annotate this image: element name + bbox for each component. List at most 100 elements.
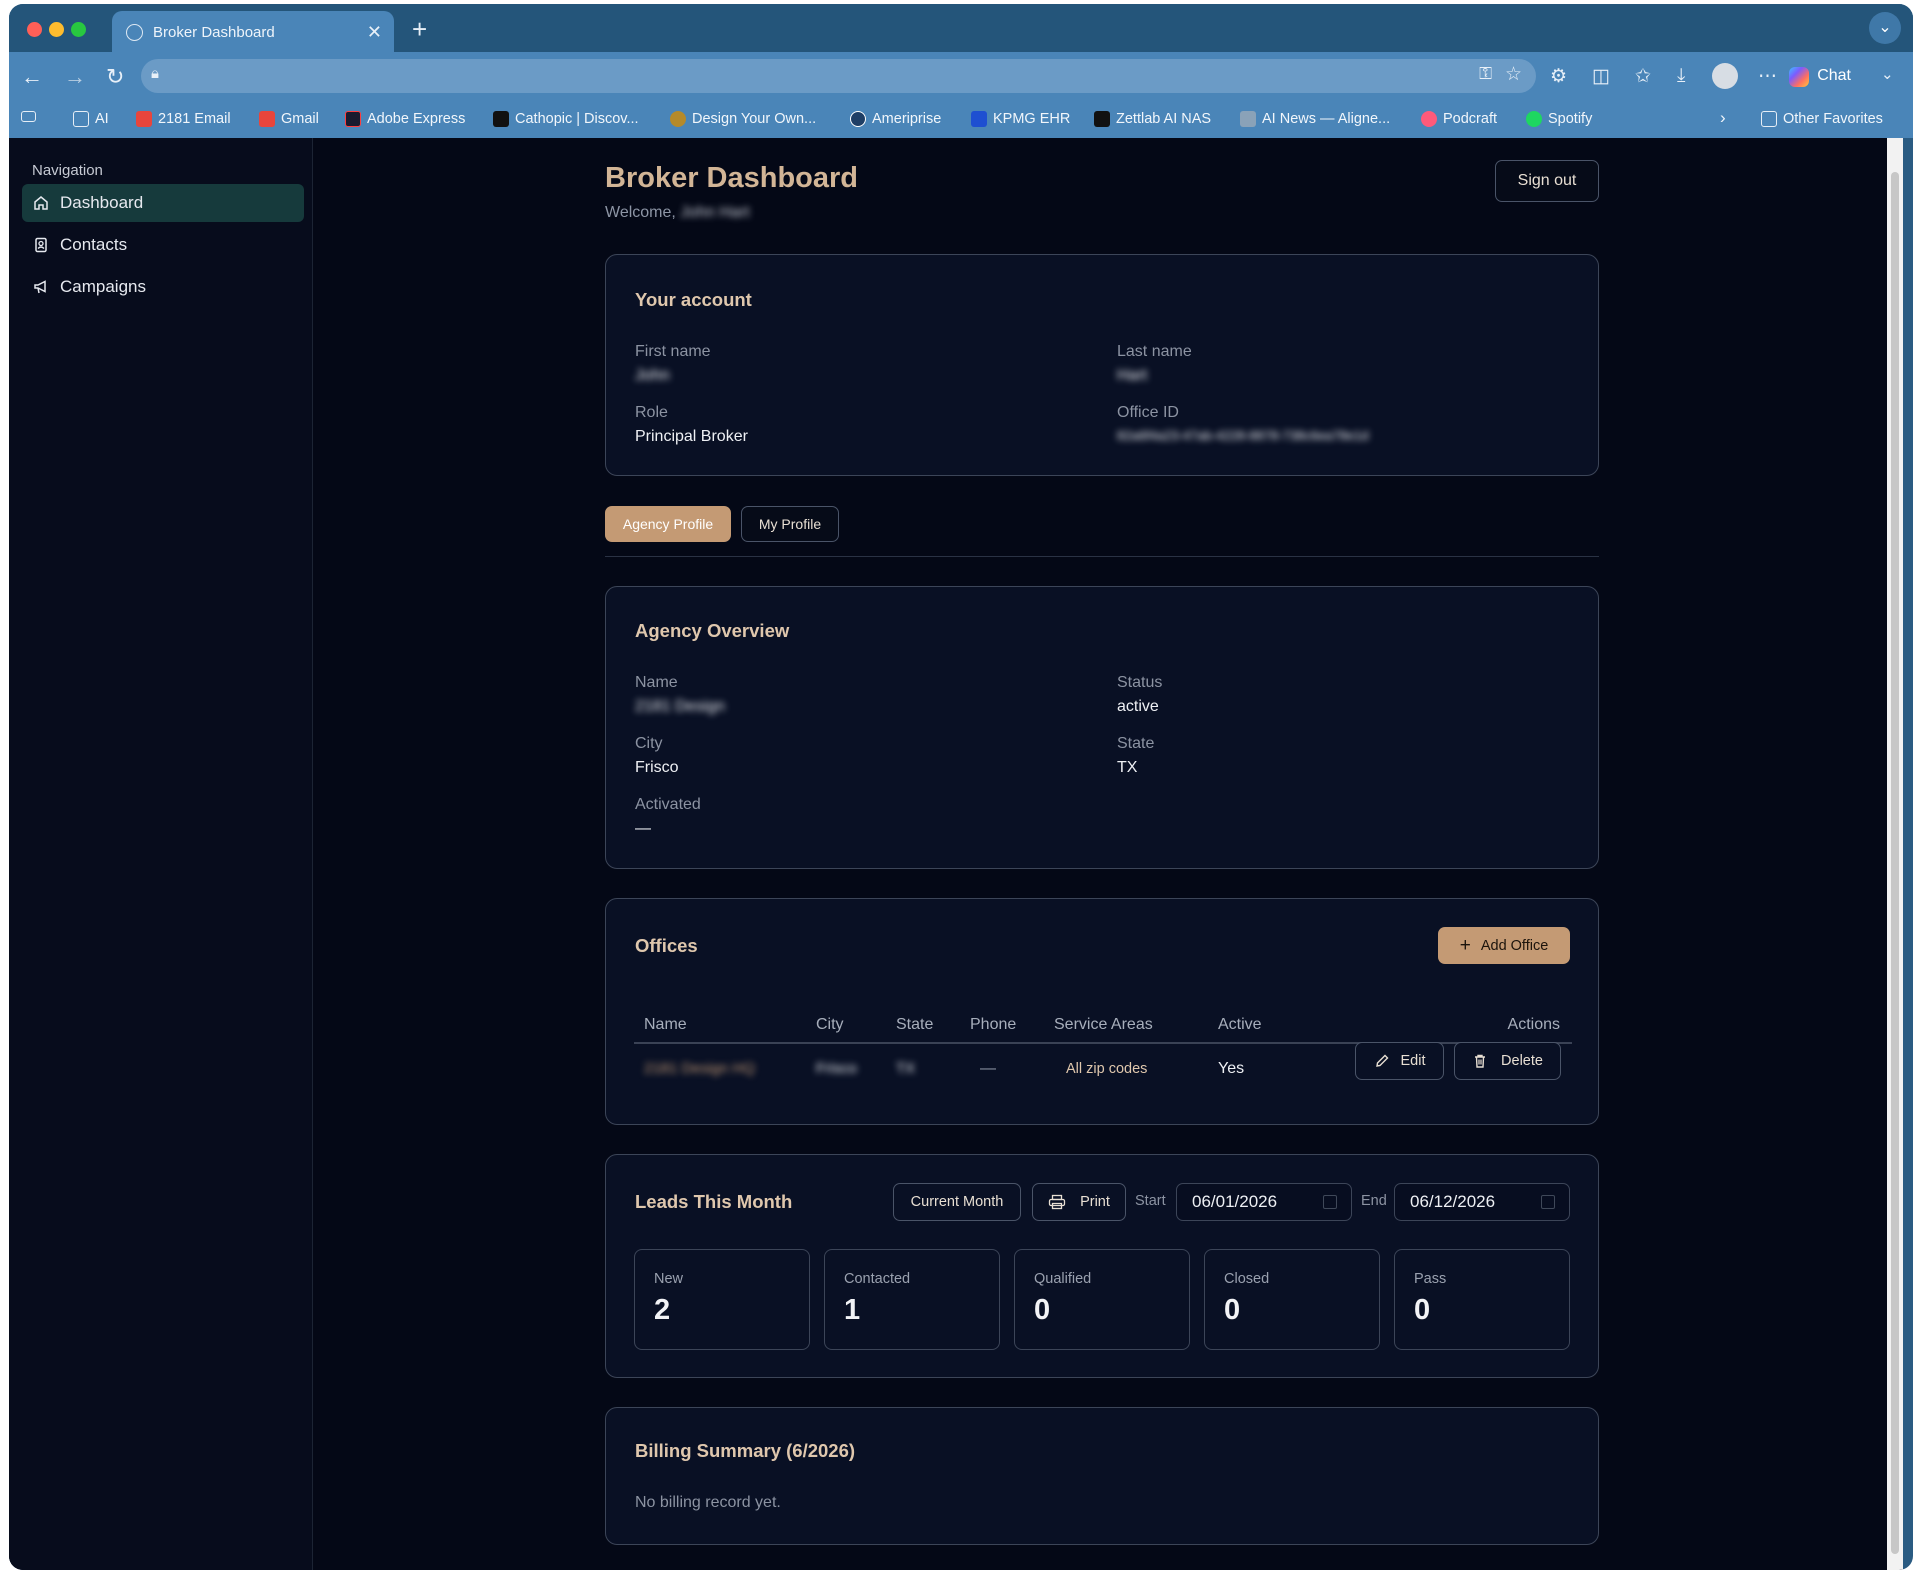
- office-id-value: 82a6f4a23-47ab-4228-8878-738c6ea78e1d: [1117, 428, 1369, 443]
- new-tab-button[interactable]: +: [412, 14, 427, 45]
- calendar-icon[interactable]: [1541, 1195, 1555, 1209]
- stat-label: Pass: [1414, 1271, 1447, 1287]
- stat-value: 0: [1034, 1294, 1051, 1326]
- home-icon: [34, 196, 48, 210]
- agency-activated-label: Activated: [635, 796, 701, 813]
- bookmark-gmail[interactable]: Gmail: [259, 111, 319, 127]
- browser-tab[interactable]: Broker Dashboard ✕: [112, 11, 394, 53]
- page-title: Broker Dashboard: [605, 162, 859, 194]
- stat-card-contacted: Contacted 1: [824, 1249, 1000, 1350]
- tab-agency-profile[interactable]: Agency Profile: [605, 506, 731, 542]
- bookmark-podcraft[interactable]: Podcraft: [1421, 111, 1497, 127]
- edit-office-button[interactable]: Edit: [1355, 1042, 1444, 1080]
- first-name-value: John: [635, 367, 670, 384]
- column-header-name: Name: [644, 1016, 687, 1033]
- welcome-user-name: John Hart: [680, 204, 750, 221]
- site-info-lock-icon[interactable]: 🔒︎: [151, 65, 159, 82]
- contact-book-icon: [35, 237, 47, 253]
- sidebar-item-label: Campaigns: [60, 277, 146, 296]
- page-scrollbar[interactable]: [1887, 138, 1903, 1570]
- favorite-star-icon[interactable]: ☆: [1505, 63, 1522, 86]
- stat-value: 0: [1224, 1294, 1241, 1326]
- column-header-actions: Actions: [1507, 1016, 1560, 1033]
- gmail-icon: [136, 111, 152, 127]
- bookmark-design-your-own[interactable]: Design Your Own...: [670, 111, 816, 127]
- copilot-chat-button[interactable]: Chat: [1779, 59, 1861, 93]
- downloads-icon[interactable]: ⤓: [1677, 65, 1685, 87]
- offices-heading: Offices: [635, 935, 698, 956]
- office-active-cell: Yes: [1218, 1060, 1245, 1077]
- stat-card-pass: Pass 0: [1394, 1249, 1570, 1350]
- bookmark-cathopic[interactable]: Cathopic | Discov...: [493, 111, 639, 127]
- back-button[interactable]: ←: [21, 64, 43, 90]
- first-name-label: First name: [635, 343, 711, 360]
- browser-window: Broker Dashboard ✕ + ⌄ ← → ↻ 🔒︎ ⚿ ☆ ⚙ ◫ …: [9, 4, 1913, 1570]
- add-office-button[interactable]: + Add Office: [1438, 927, 1570, 964]
- extensions-icon[interactable]: ⚙: [1550, 65, 1567, 88]
- calendar-icon[interactable]: [1323, 1195, 1337, 1209]
- last-name-label: Last name: [1117, 343, 1192, 360]
- stat-card-new: New 2: [634, 1249, 810, 1350]
- current-month-button[interactable]: Current Month: [893, 1183, 1021, 1221]
- bookmarks-bar: AI 2181 Email Gmail Adobe Express Cathop…: [9, 102, 1913, 138]
- leads-heading: Leads This Month: [635, 1191, 793, 1212]
- sidebar-item-dashboard[interactable]: Dashboard: [22, 184, 304, 222]
- page-content: Navigation Dashboard Contacts Campaigns …: [9, 138, 1903, 1570]
- split-screen-icon[interactable]: ◫: [1592, 65, 1610, 88]
- end-date-input[interactable]: 06/12/2026: [1394, 1183, 1570, 1221]
- reload-button[interactable]: ↻: [106, 64, 124, 90]
- gmail-icon: [259, 111, 275, 127]
- minimize-window-button[interactable]: [49, 22, 64, 37]
- favorites-icon[interactable]: ✩: [1635, 65, 1651, 88]
- bookmark-kpmg-ehr[interactable]: KPMG EHR: [971, 111, 1070, 127]
- start-date-input[interactable]: 06/01/2026: [1176, 1183, 1352, 1221]
- profile-avatar-icon[interactable]: [1712, 63, 1738, 89]
- print-button[interactable]: Print: [1032, 1183, 1126, 1221]
- sidebar-item-campaigns[interactable]: Campaigns: [22, 268, 304, 306]
- column-header-city: City: [816, 1016, 844, 1033]
- agency-overview-card: Agency Overview Name 2181 Design Status …: [605, 586, 1599, 869]
- bookmark-ai-news[interactable]: AI News — Aligne...: [1240, 111, 1390, 127]
- billing-card: Billing Summary (6/2026) No billing reco…: [605, 1407, 1599, 1545]
- sign-out-button[interactable]: Sign out: [1495, 160, 1599, 202]
- megaphone-icon: [34, 280, 46, 294]
- more-options-icon[interactable]: ⋯: [1758, 65, 1777, 88]
- bookmark-zettlab[interactable]: Zettlab AI NAS: [1094, 111, 1211, 127]
- bookmark-adobe-express[interactable]: Adobe Express: [345, 111, 465, 127]
- sidebar-item-contacts[interactable]: Contacts: [22, 226, 304, 264]
- end-date-label: End: [1361, 1193, 1387, 1209]
- adobe-express-icon: [345, 111, 361, 127]
- stat-value: 2: [654, 1294, 671, 1326]
- address-bar[interactable]: 🔒︎ ⚿ ☆: [141, 59, 1536, 93]
- close-tab-icon[interactable]: ✕: [367, 22, 382, 43]
- scrollbar-thumb[interactable]: [1891, 172, 1899, 1554]
- bookmark-2181-email[interactable]: 2181 Email: [136, 111, 231, 127]
- printer-icon: [1048, 1194, 1066, 1210]
- stat-label: Contacted: [844, 1271, 911, 1287]
- agency-status-value: active: [1117, 698, 1159, 715]
- chat-chevron-icon[interactable]: ⌄: [1881, 65, 1894, 83]
- bookmark-spotify[interactable]: Spotify: [1526, 111, 1592, 127]
- forward-button[interactable]: →: [64, 64, 86, 90]
- delete-office-button[interactable]: Delete: [1454, 1042, 1561, 1080]
- agency-activated-value: —: [635, 820, 651, 837]
- bookmark-ameriprise[interactable]: Ameriprise: [850, 111, 941, 127]
- bookmark-ai[interactable]: AI: [73, 111, 109, 127]
- reading-list-icon[interactable]: [21, 111, 42, 122]
- tab-actions-chevron-icon[interactable]: ⌄: [1869, 12, 1901, 44]
- more-bookmarks-chevron-icon[interactable]: ›: [1720, 108, 1726, 128]
- office-phone-cell: —: [980, 1060, 996, 1077]
- sidebar: Navigation Dashboard Contacts Campaigns: [9, 138, 313, 1570]
- password-key-icon[interactable]: ⚿: [1479, 64, 1492, 84]
- agency-state-value: TX: [1117, 759, 1138, 776]
- other-favorites[interactable]: Other Favorites: [1761, 111, 1883, 127]
- pencil-icon: [1375, 1054, 1388, 1067]
- sidebar-item-label: Contacts: [60, 235, 128, 254]
- zoom-window-button[interactable]: [71, 22, 86, 37]
- stat-card-closed: Closed 0: [1204, 1249, 1380, 1350]
- sidebar-item-label: Dashboard: [60, 193, 144, 212]
- tab-my-profile[interactable]: My Profile: [741, 506, 839, 542]
- close-window-button[interactable]: [27, 22, 42, 37]
- agency-overview-heading: Agency Overview: [635, 620, 790, 641]
- role-label: Role: [635, 404, 668, 421]
